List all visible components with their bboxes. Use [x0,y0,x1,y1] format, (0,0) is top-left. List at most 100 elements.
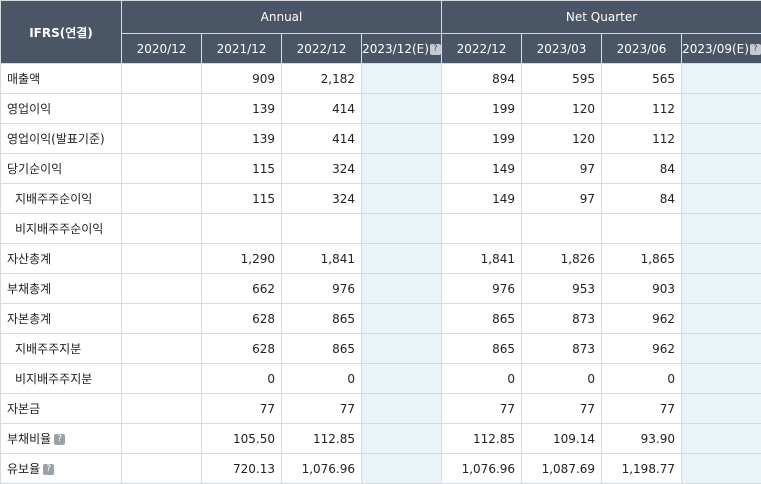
period-header: 2023/06 [602,34,682,64]
table-cell: 324 [282,184,362,214]
table-cell [682,364,761,394]
table-cell [362,154,442,184]
table-cell: 97 [522,184,602,214]
row-label: 부채총계 [1,274,122,304]
table-cell [282,214,362,244]
period-header: 2023/03 [522,34,602,64]
table-cell: 1,076.96 [442,454,522,484]
table-cell [682,304,761,334]
table-cell: 0 [282,364,362,394]
table-cell: 112.85 [282,424,362,454]
table-cell [122,184,202,214]
table-cell: 112.85 [442,424,522,454]
table-cell: 414 [282,94,362,124]
table-cell: 0 [202,364,282,394]
table-cell: 199 [442,124,522,154]
row-label: 비지배주주지분 [1,364,122,394]
table-cell: 324 [282,154,362,184]
table-cell [362,454,442,484]
table-cell: 105.50 [202,424,282,454]
table-cell [122,424,202,454]
table-cell [362,274,442,304]
table-cell [362,94,442,124]
table-cell: 2,182 [282,64,362,94]
table-cell [682,334,761,364]
period-header: 2022/12 [442,34,522,64]
table-cell [602,214,682,244]
table-cell [122,394,202,424]
row-label: 영업이익 [1,94,122,124]
table-cell [122,334,202,364]
table-cell [362,214,442,244]
table-cell: 894 [442,64,522,94]
table-cell: 1,841 [282,244,362,274]
table-cell [362,64,442,94]
table-cell: 865 [282,304,362,334]
table-cell: 865 [442,304,522,334]
row-label: 비지배주주순이익 [1,214,122,244]
table-cell: 873 [522,304,602,334]
row-label: 지배주주지분 [1,334,122,364]
row-label: 당기순이익 [1,154,122,184]
table-cell: 662 [202,274,282,304]
period-header: 2021/12 [202,34,282,64]
annual-group-header: Annual [122,1,442,34]
table-cell: 112 [602,124,682,154]
row-label: 영업이익(발표기준) [1,124,122,154]
table-row: 부채비율?105.50112.85112.85109.1493.90 [1,424,761,454]
table-cell [362,304,442,334]
table-cell [122,154,202,184]
table-cell: 139 [202,94,282,124]
row-label: 유보율? [1,454,122,484]
table-cell: 109.14 [522,424,602,454]
period-header-estimate: 2023/12(E)? [362,34,442,64]
table-cell: 1,826 [522,244,602,274]
table-cell [682,394,761,424]
table-cell [122,454,202,484]
period-header-estimate: 2023/09(E)? [682,34,761,64]
table-cell [202,214,282,244]
table-cell [362,124,442,154]
table-cell: 414 [282,124,362,154]
table-row: 부채총계662976976953903 [1,274,761,304]
row-label: 매출액 [1,64,122,94]
help-icon[interactable]: ? [54,434,65,445]
table-cell: 139 [202,124,282,154]
table-cell: 1,198.77 [602,454,682,484]
table-cell [122,124,202,154]
financial-table: IFRS(연결) Annual Net Quarter 2020/12 2021… [0,0,761,484]
table-cell [122,274,202,304]
row-label: 자본금 [1,394,122,424]
help-icon[interactable]: ? [750,44,761,55]
table-cell: 84 [602,154,682,184]
table-cell: 873 [522,334,602,364]
table-cell: 0 [602,364,682,394]
table-cell: 84 [602,184,682,214]
table-cell: 595 [522,64,602,94]
table-cell [362,184,442,214]
table-row: 비지배주주지분00000 [1,364,761,394]
table-cell [682,94,761,124]
table-cell: 112 [602,94,682,124]
table-row: 매출액9092,182894595565 [1,64,761,94]
table-cell [682,454,761,484]
table-cell: 77 [522,394,602,424]
table-cell: 953 [522,274,602,304]
table-cell: 77 [442,394,522,424]
table-cell: 720.13 [202,454,282,484]
table-cell: 1,290 [202,244,282,274]
table-cell [122,244,202,274]
table-cell [682,154,761,184]
row-label: 부채비율? [1,424,122,454]
row-label: 자본총계 [1,304,122,334]
table-cell: 93.90 [602,424,682,454]
table-cell: 1,841 [442,244,522,274]
table-cell: 1,087.69 [522,454,602,484]
table-cell: 77 [282,394,362,424]
table-cell: 0 [522,364,602,394]
table-cell: 865 [442,334,522,364]
table-cell: 0 [442,364,522,394]
table-cell: 120 [522,94,602,124]
help-icon[interactable]: ? [430,44,441,55]
help-icon[interactable]: ? [43,464,54,475]
